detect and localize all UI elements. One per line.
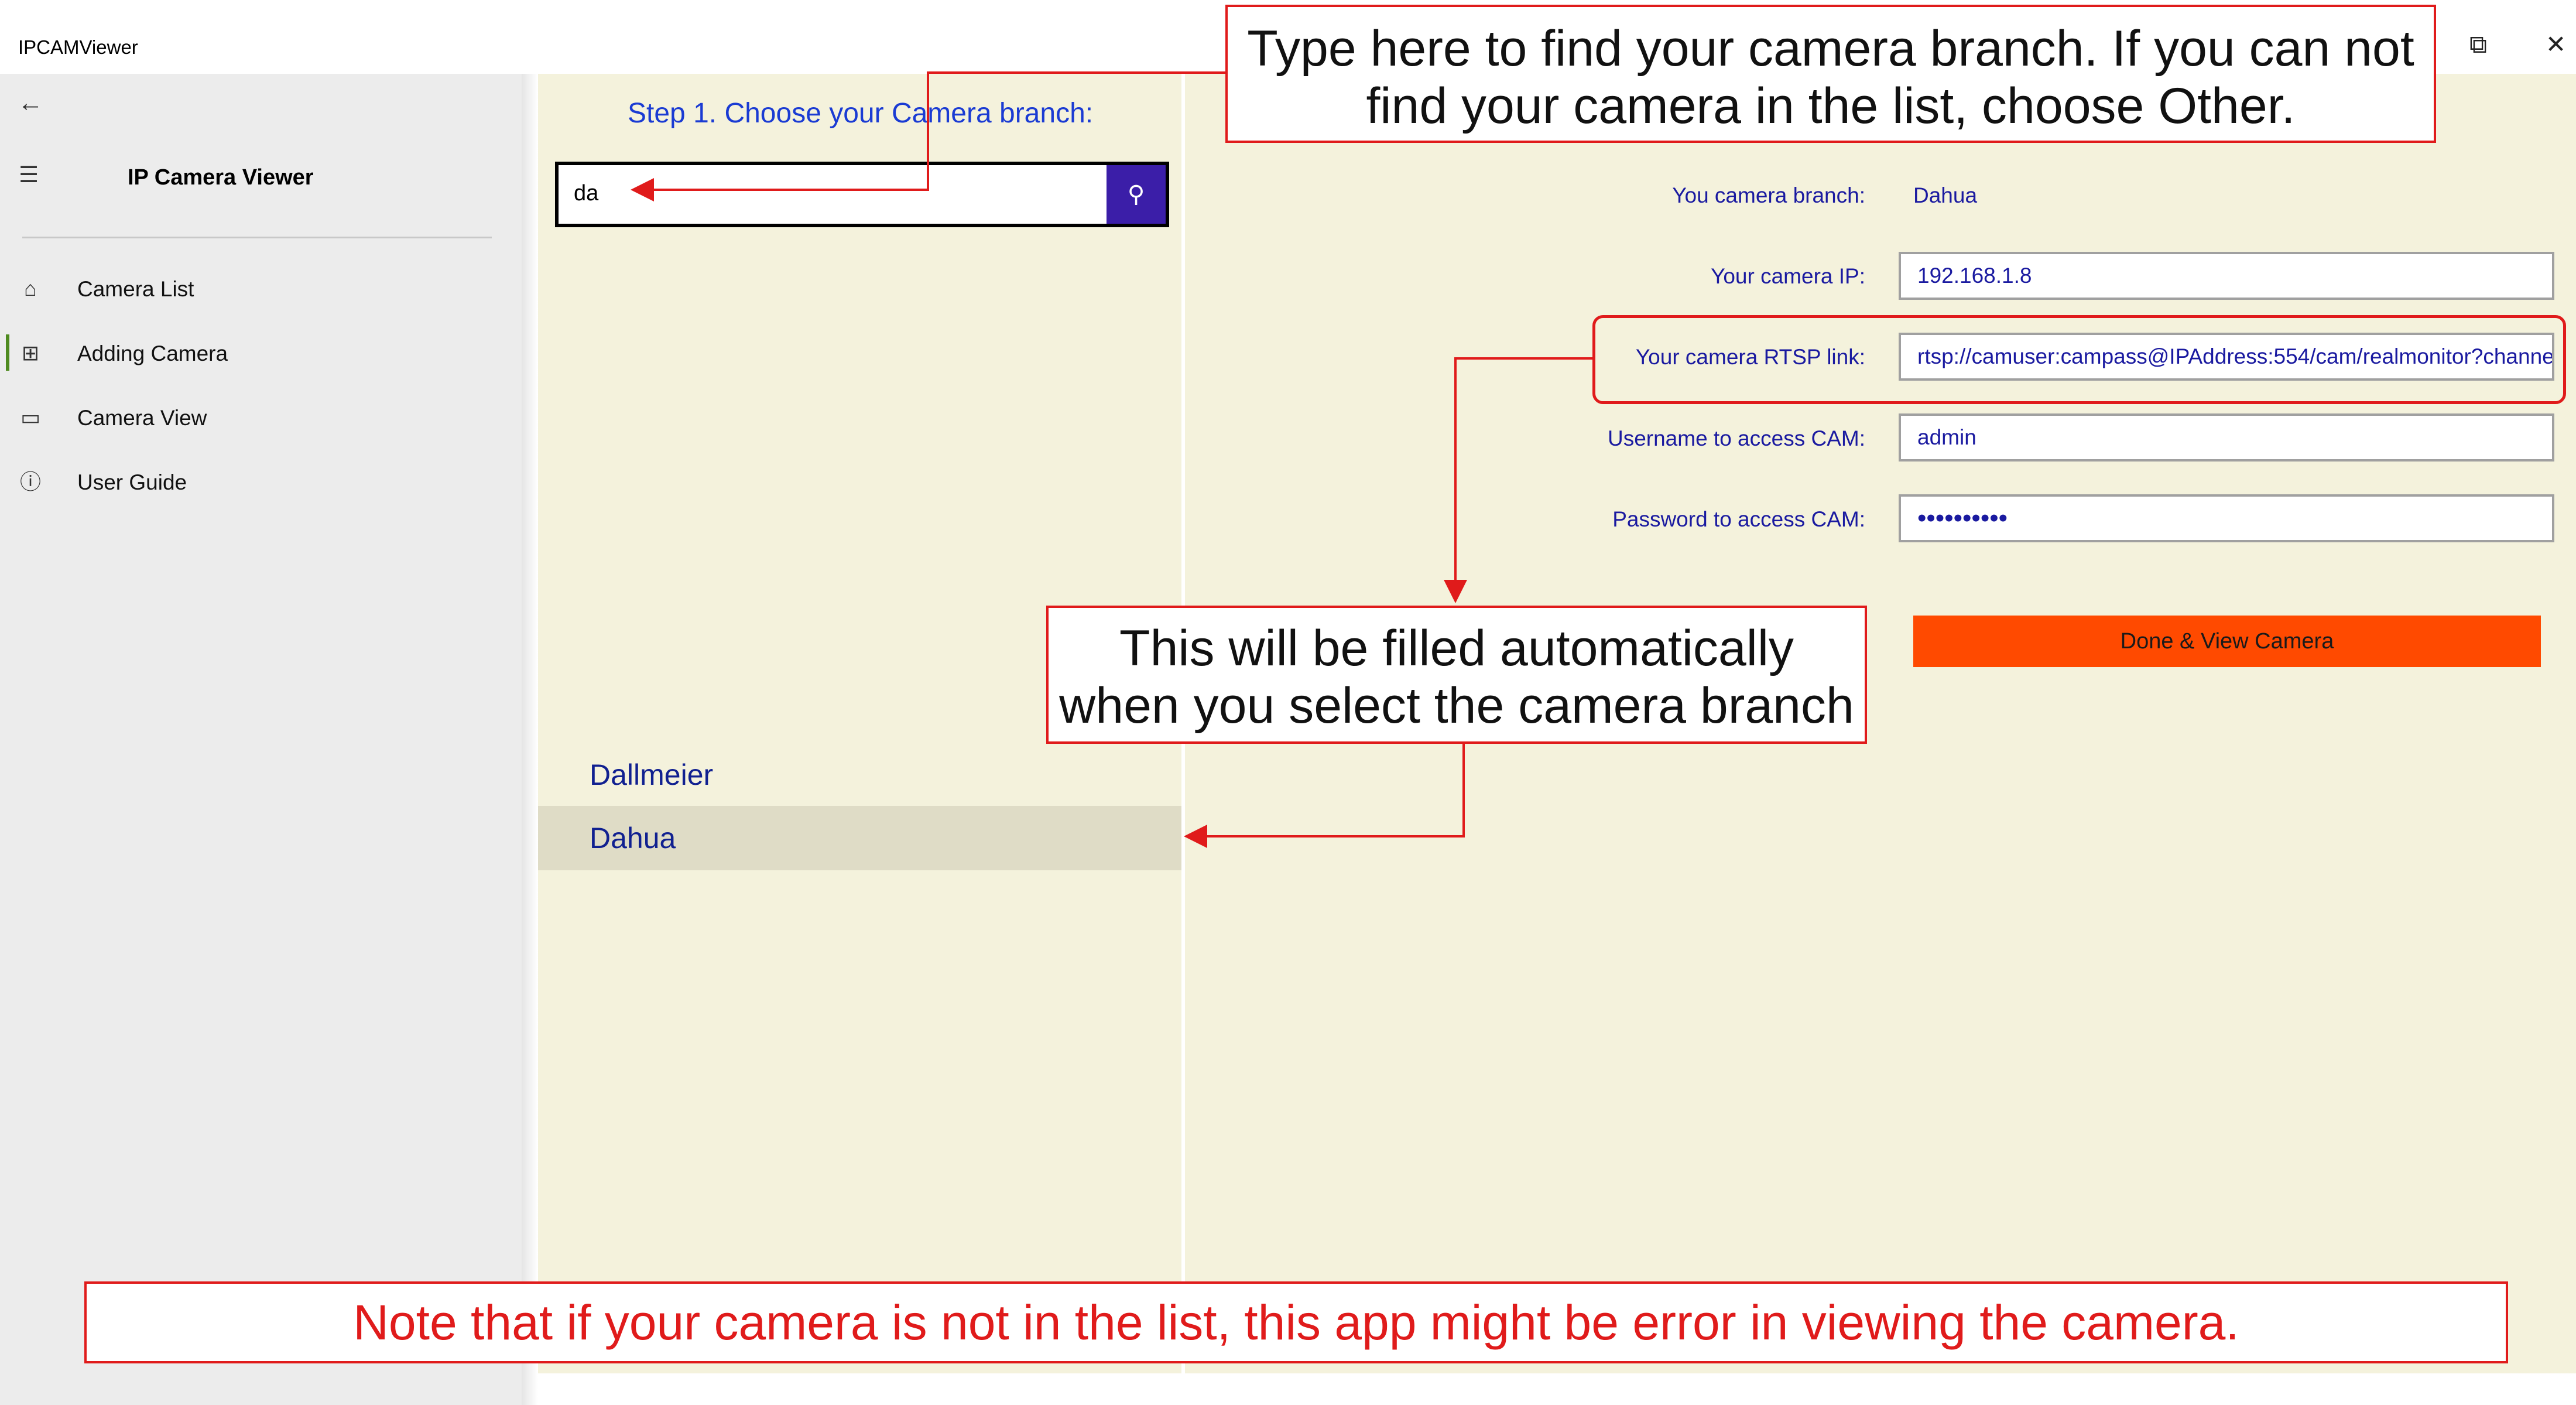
branch-label: You camera branch: [1672,183,1865,207]
info-icon: ⓘ [19,470,41,494]
ip-label: Your camera IP: [1711,264,1865,288]
username-label: Username to access CAM: [1607,426,1865,450]
warning-note-callout: Note that if your camera is not in the l… [84,1281,2508,1363]
sidebar-item-user-guide[interactable]: ⓘ User Guide [0,453,522,511]
sidebar-item-camera-view[interactable]: ▭ Camera View [0,388,522,447]
home-icon: ⌂ [24,276,37,300]
app-title: IPCAMViewer [18,36,138,58]
restore-icon[interactable]: ⧉ [2469,32,2487,57]
close-icon[interactable]: ✕ [2546,32,2566,57]
sidebar-item-label: Camera List [77,277,194,301]
callout-line: when you select the camera branch [1059,678,1854,734]
username-field[interactable]: admin [1899,413,2554,462]
video-camera-icon: ▭ [20,405,40,429]
back-arrow-icon[interactable]: ← [18,90,43,116]
sidebar-item-label: Adding Camera [77,341,228,365]
sidebar-item-label: Camera View [77,406,207,430]
sidebar-title: IP Camera Viewer [128,165,314,190]
callout-line: This will be filled automatically [1119,620,1794,676]
sidebar-shadow [522,74,538,1405]
list-item-label: Dahua [590,822,676,854]
hamburger-menu-icon[interactable]: ☰ [19,164,39,186]
add-camera-icon: ⊞ [21,341,40,365]
search-icon: ⚲ [1127,182,1145,207]
rtsp-highlight-box [1592,315,2566,404]
list-item-selected[interactable]: Dahua [538,806,1181,870]
password-field[interactable]: •••••••••• [1899,494,2554,542]
step-label: Step 1. Choose your Camera branch: [628,98,1094,129]
ip-field[interactable]: 192.168.1.8 [1899,252,2554,300]
password-label: Password to access CAM: [1612,507,1865,531]
search-input[interactable] [574,176,1101,211]
sidebar-item-label: User Guide [77,470,187,494]
autofill-hint-callout: This will be filled automatically when y… [1046,606,1867,744]
callout-line: find your camera in the list, choose Oth… [1366,78,2296,134]
search-hint-callout: Type here to find your camera branch. If… [1225,5,2436,143]
sidebar-item-camera-list[interactable]: ⌂ Camera List [0,259,522,318]
search-button[interactable]: ⚲ [1107,165,1166,224]
active-indicator [6,334,9,371]
sidebar-divider [22,237,492,238]
done-view-camera-button[interactable]: Done & View Camera [1913,616,2541,667]
list-item-label: Dallmeier [590,758,714,791]
branch-value: Dahua [1913,183,1978,207]
list-item[interactable]: Dallmeier [538,743,1181,806]
callout-line: Type here to find your camera branch. If… [1247,20,2414,77]
sidebar-item-adding-camera[interactable]: ⊞ Adding Camera [0,324,522,382]
